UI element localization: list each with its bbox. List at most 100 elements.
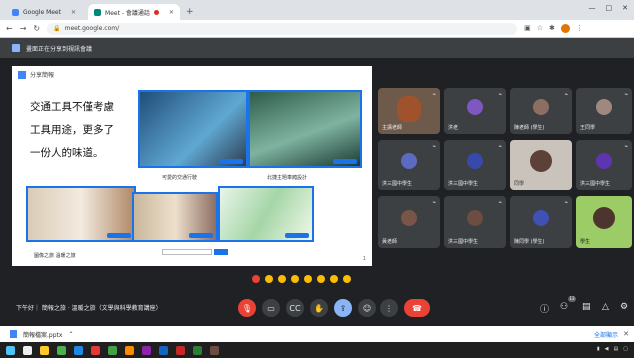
clap-reaction-icon[interactable] bbox=[291, 275, 299, 283]
reactions-button[interactable]: ☺ bbox=[358, 299, 376, 317]
camera-indicator-icon[interactable]: ▣ bbox=[524, 24, 531, 33]
app-icon[interactable] bbox=[108, 345, 117, 355]
system-tray: ▮ ◀ ▤ ▢ bbox=[597, 346, 628, 352]
carriage-art-photo-1 bbox=[26, 186, 136, 242]
powerpoint-icon[interactable] bbox=[176, 345, 185, 355]
download-filename[interactable]: 簡報檔案.pptx bbox=[23, 330, 62, 339]
photo-tag bbox=[107, 233, 131, 238]
people-icon[interactable]: ⚇ bbox=[560, 302, 568, 312]
mic-off-button[interactable]: 🎙 bbox=[238, 299, 256, 317]
address-bar: ← → ↻ 🔒 meet.google.com/ ▣ ☆ ✱ ⋮ bbox=[0, 20, 634, 38]
maximize-icon[interactable]: □ bbox=[606, 4, 613, 12]
volume-icon[interactable]: ◀ bbox=[605, 346, 609, 352]
mic-off-icon: ⌁ bbox=[498, 143, 502, 150]
participant-avatar bbox=[467, 209, 483, 226]
heart-reaction-icon[interactable] bbox=[252, 275, 260, 283]
camera-button[interactable]: ▭ bbox=[262, 299, 280, 317]
reload-icon[interactable]: ↻ bbox=[33, 24, 40, 33]
participant-tile[interactable]: ⌁ 陳老師 (學生) bbox=[510, 88, 572, 134]
chrome-icon[interactable] bbox=[57, 345, 66, 355]
thinking-reaction-icon[interactable] bbox=[343, 275, 351, 283]
close-tab-icon[interactable]: ✕ bbox=[169, 9, 174, 16]
participant-avatar bbox=[467, 153, 483, 169]
photo-caption: 北捷主題車廂設計 bbox=[267, 175, 308, 181]
slide-go-button[interactable] bbox=[214, 249, 228, 255]
train-seats-photo bbox=[248, 90, 362, 168]
extensions-icon[interactable]: ✱ bbox=[549, 24, 555, 33]
download-menu-icon[interactable]: ⌃ bbox=[68, 331, 73, 338]
app-icon[interactable] bbox=[142, 345, 151, 355]
more-options-button[interactable]: ⋮ bbox=[380, 299, 398, 317]
participant-tile[interactable]: ⌁ 洪老 bbox=[444, 88, 506, 134]
back-icon[interactable]: ← bbox=[6, 24, 13, 33]
participant-avatar bbox=[533, 99, 549, 116]
minimize-icon[interactable]: — bbox=[589, 4, 596, 12]
tab-label: Meet - 會議通話 bbox=[105, 9, 150, 17]
show-all-downloads-link[interactable]: 全部顯示 bbox=[594, 330, 618, 339]
lock-icon: 🔒 bbox=[53, 25, 61, 32]
notification-icon[interactable]: ▢ bbox=[623, 346, 628, 352]
url-field[interactable]: 🔒 meet.google.com/ bbox=[47, 22, 518, 35]
clock-icon[interactable]: ▤ bbox=[614, 346, 619, 352]
new-tab-icon[interactable]: + bbox=[186, 7, 194, 20]
info-icon[interactable]: ⓘ bbox=[540, 302, 549, 315]
captions-button[interactable]: CC bbox=[286, 299, 304, 317]
menu-icon[interactable]: ⋮ bbox=[576, 24, 583, 33]
train-interior-photo bbox=[138, 90, 248, 168]
activities-icon[interactable]: △ bbox=[602, 302, 609, 312]
participant-name: 洪三國中學生 bbox=[580, 181, 611, 187]
participant-tile[interactable]: ⌁ 王同學 bbox=[576, 88, 632, 134]
participant-name: 同學 bbox=[514, 181, 525, 187]
network-icon[interactable]: ▮ bbox=[597, 346, 600, 352]
chat-icon[interactable]: ▤ bbox=[582, 302, 591, 312]
app-icon[interactable] bbox=[125, 345, 134, 355]
window-controls: — □ ✕ bbox=[589, 4, 629, 12]
photo-tag bbox=[333, 159, 357, 164]
word-icon[interactable] bbox=[159, 345, 168, 355]
hangup-button[interactable]: ☎ bbox=[404, 299, 430, 317]
participant-name: 洪三國中學生 bbox=[448, 181, 479, 187]
laugh-reaction-icon[interactable] bbox=[304, 275, 312, 283]
participant-tile[interactable]: ⌁ 黃老師 bbox=[378, 196, 440, 248]
file-icon bbox=[10, 330, 17, 338]
participant-tile[interactable]: ⌁ 洪三國中學生 bbox=[378, 140, 440, 190]
mic-off-icon: ⌁ bbox=[624, 143, 628, 150]
star-icon[interactable]: ☆ bbox=[537, 24, 543, 33]
close-tab-icon[interactable]: ✕ bbox=[71, 9, 76, 16]
search-icon[interactable] bbox=[23, 345, 32, 355]
profile-avatar[interactable] bbox=[560, 24, 570, 33]
party-reaction-icon[interactable] bbox=[278, 275, 286, 283]
tab-label: Google Meet bbox=[23, 8, 61, 16]
slide-page-number: 1 bbox=[362, 256, 366, 262]
excel-icon[interactable] bbox=[193, 345, 202, 355]
app-icon[interactable] bbox=[91, 345, 100, 355]
participant-tile[interactable]: ⌁ 主講老師 bbox=[378, 88, 440, 134]
mic-off-icon: ⌁ bbox=[432, 143, 436, 150]
participant-tile[interactable]: 學生 bbox=[576, 196, 632, 248]
tab-meet-call[interactable]: Meet - 會議通話 ✕ bbox=[88, 4, 180, 20]
app-icon[interactable] bbox=[210, 345, 219, 355]
thumbs-up-reaction-icon[interactable] bbox=[265, 275, 273, 283]
edge-icon[interactable] bbox=[74, 345, 83, 355]
participant-tile[interactable]: ⌁ 洪三國中學生 bbox=[444, 196, 506, 248]
close-download-bar-icon[interactable]: ✕ bbox=[623, 330, 629, 338]
forward-icon[interactable]: → bbox=[20, 24, 27, 33]
participant-tile[interactable]: ⌁ 洪三國中學生 bbox=[576, 140, 632, 190]
file-explorer-icon[interactable] bbox=[40, 345, 49, 355]
sad-reaction-icon[interactable] bbox=[330, 275, 338, 283]
slide-search-input[interactable] bbox=[162, 249, 212, 255]
start-icon[interactable] bbox=[6, 345, 15, 355]
present-button[interactable]: ⇪ bbox=[334, 299, 352, 317]
close-window-icon[interactable]: ✕ bbox=[622, 4, 628, 12]
extension-icons: ▣ ☆ ✱ ⋮ bbox=[524, 24, 583, 33]
raise-hand-button[interactable]: ✋ bbox=[310, 299, 328, 317]
participant-avatar bbox=[596, 153, 612, 169]
participant-tile[interactable]: ⌁ 陳同學 (學生) bbox=[510, 196, 572, 248]
tab-google-meet[interactable]: Google Meet ✕ bbox=[6, 4, 82, 20]
photo-caption: 可愛的交通行駛 bbox=[162, 175, 198, 181]
mic-off-icon: ⌁ bbox=[432, 199, 436, 206]
host-controls-icon[interactable]: ⚙ bbox=[620, 302, 628, 312]
participant-tile[interactable]: ⌁ 洪三國中學生 bbox=[444, 140, 506, 190]
participant-tile[interactable]: 同學 bbox=[510, 140, 572, 190]
surprised-reaction-icon[interactable] bbox=[317, 275, 325, 283]
